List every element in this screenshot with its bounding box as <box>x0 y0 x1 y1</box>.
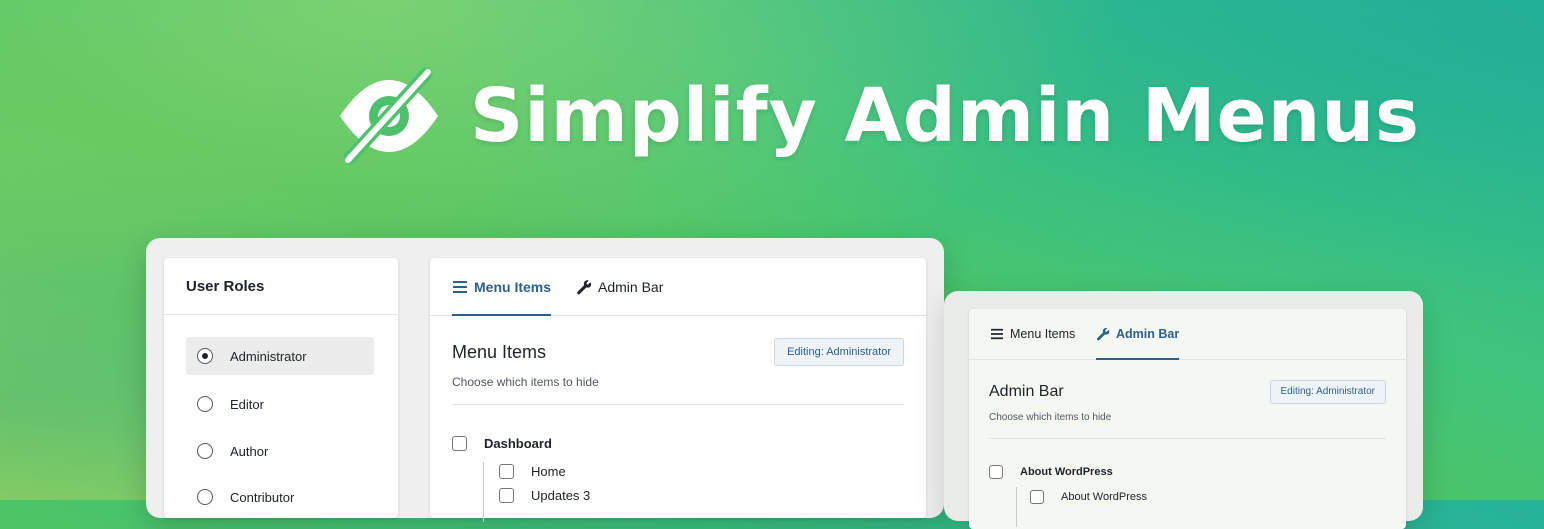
role-author[interactable]: Author <box>186 432 374 470</box>
item-label: Dashboard <box>484 436 552 451</box>
editing-badge: Editing: Administrator <box>1269 380 1386 404</box>
item-label: About WordPress <box>1020 466 1113 478</box>
admin-bar-item-about[interactable]: About WordPress <box>989 465 1113 479</box>
menu-item-dashboard[interactable]: Dashboard <box>452 436 552 451</box>
panel-subtitle: Choose which items to hide <box>989 412 1112 423</box>
item-label: Home <box>531 464 566 479</box>
divider <box>989 438 1386 439</box>
tab-admin-bar[interactable]: Admin Bar <box>1096 309 1180 360</box>
admin-bar-item-about-child[interactable]: About WordPress <box>1030 490 1147 504</box>
tab-menu-items[interactable]: Menu Items <box>990 309 1075 359</box>
role-label: Administrator <box>230 348 307 364</box>
role-label: Contributor <box>230 489 295 505</box>
user-roles-card: User Roles Administrator Editor Author C… <box>164 258 398 518</box>
wrench-icon <box>576 279 592 295</box>
wrench-icon <box>1096 327 1110 341</box>
menu-item-updates[interactable]: Updates 3 <box>499 488 590 503</box>
main-window: User Roles Administrator Editor Author C… <box>146 238 944 522</box>
tab-bar: Menu Items Admin Bar <box>430 258 926 316</box>
tab-bar: Menu Items Admin Bar <box>969 309 1406 360</box>
tree-line <box>1016 487 1017 527</box>
checkbox[interactable] <box>1030 490 1044 504</box>
tab-label: Menu Items <box>1010 327 1076 341</box>
role-label: Author <box>230 443 269 459</box>
tab-menu-items[interactable]: Menu Items <box>452 258 552 316</box>
menu-icon <box>990 328 1004 340</box>
admin-bar-window: Menu Items Admin Bar Admin Bar Choose wh… <box>944 291 1423 529</box>
checkbox[interactable] <box>499 464 514 479</box>
radio-button[interactable] <box>197 396 213 412</box>
role-administrator[interactable]: Administrator <box>186 337 374 375</box>
role-editor[interactable]: Editor <box>186 385 374 423</box>
tab-label: Admin Bar <box>1116 327 1180 341</box>
menu-items-panel: Menu Items Admin Bar Menu Items Choose w… <box>430 258 926 522</box>
hero: Simplify Admin Menus <box>336 66 1420 166</box>
editing-badge: Editing: Administrator <box>774 338 904 366</box>
panel-title: Admin Bar <box>989 383 1064 400</box>
radio-button[interactable] <box>197 443 213 459</box>
user-roles-heading: User Roles <box>164 258 398 315</box>
item-label: About WordPress <box>1061 491 1148 503</box>
radio-button[interactable] <box>197 489 213 505</box>
tab-label: Admin Bar <box>598 278 664 295</box>
tab-admin-bar[interactable]: Admin Bar <box>576 258 663 315</box>
panel-subtitle: Choose which items to hide <box>452 375 599 389</box>
item-label: Updates 3 <box>531 488 591 503</box>
tab-label: Menu Items <box>474 278 552 295</box>
divider <box>452 404 904 405</box>
checkbox[interactable] <box>499 488 514 503</box>
admin-bar-panel: Menu Items Admin Bar Admin Bar Choose wh… <box>969 309 1406 529</box>
hero-title: Simplify Admin Menus <box>470 73 1421 159</box>
radio-button[interactable] <box>197 348 213 364</box>
menu-icon <box>452 280 468 294</box>
eye-slash-icon <box>336 66 442 166</box>
role-contributor[interactable]: Contributor <box>186 478 374 516</box>
checkbox[interactable] <box>989 465 1003 479</box>
tree-line <box>483 462 484 522</box>
checkbox[interactable] <box>452 436 467 451</box>
role-label: Editor <box>230 396 264 412</box>
panel-title: Menu Items <box>452 342 547 362</box>
menu-item-home[interactable]: Home <box>499 464 566 479</box>
